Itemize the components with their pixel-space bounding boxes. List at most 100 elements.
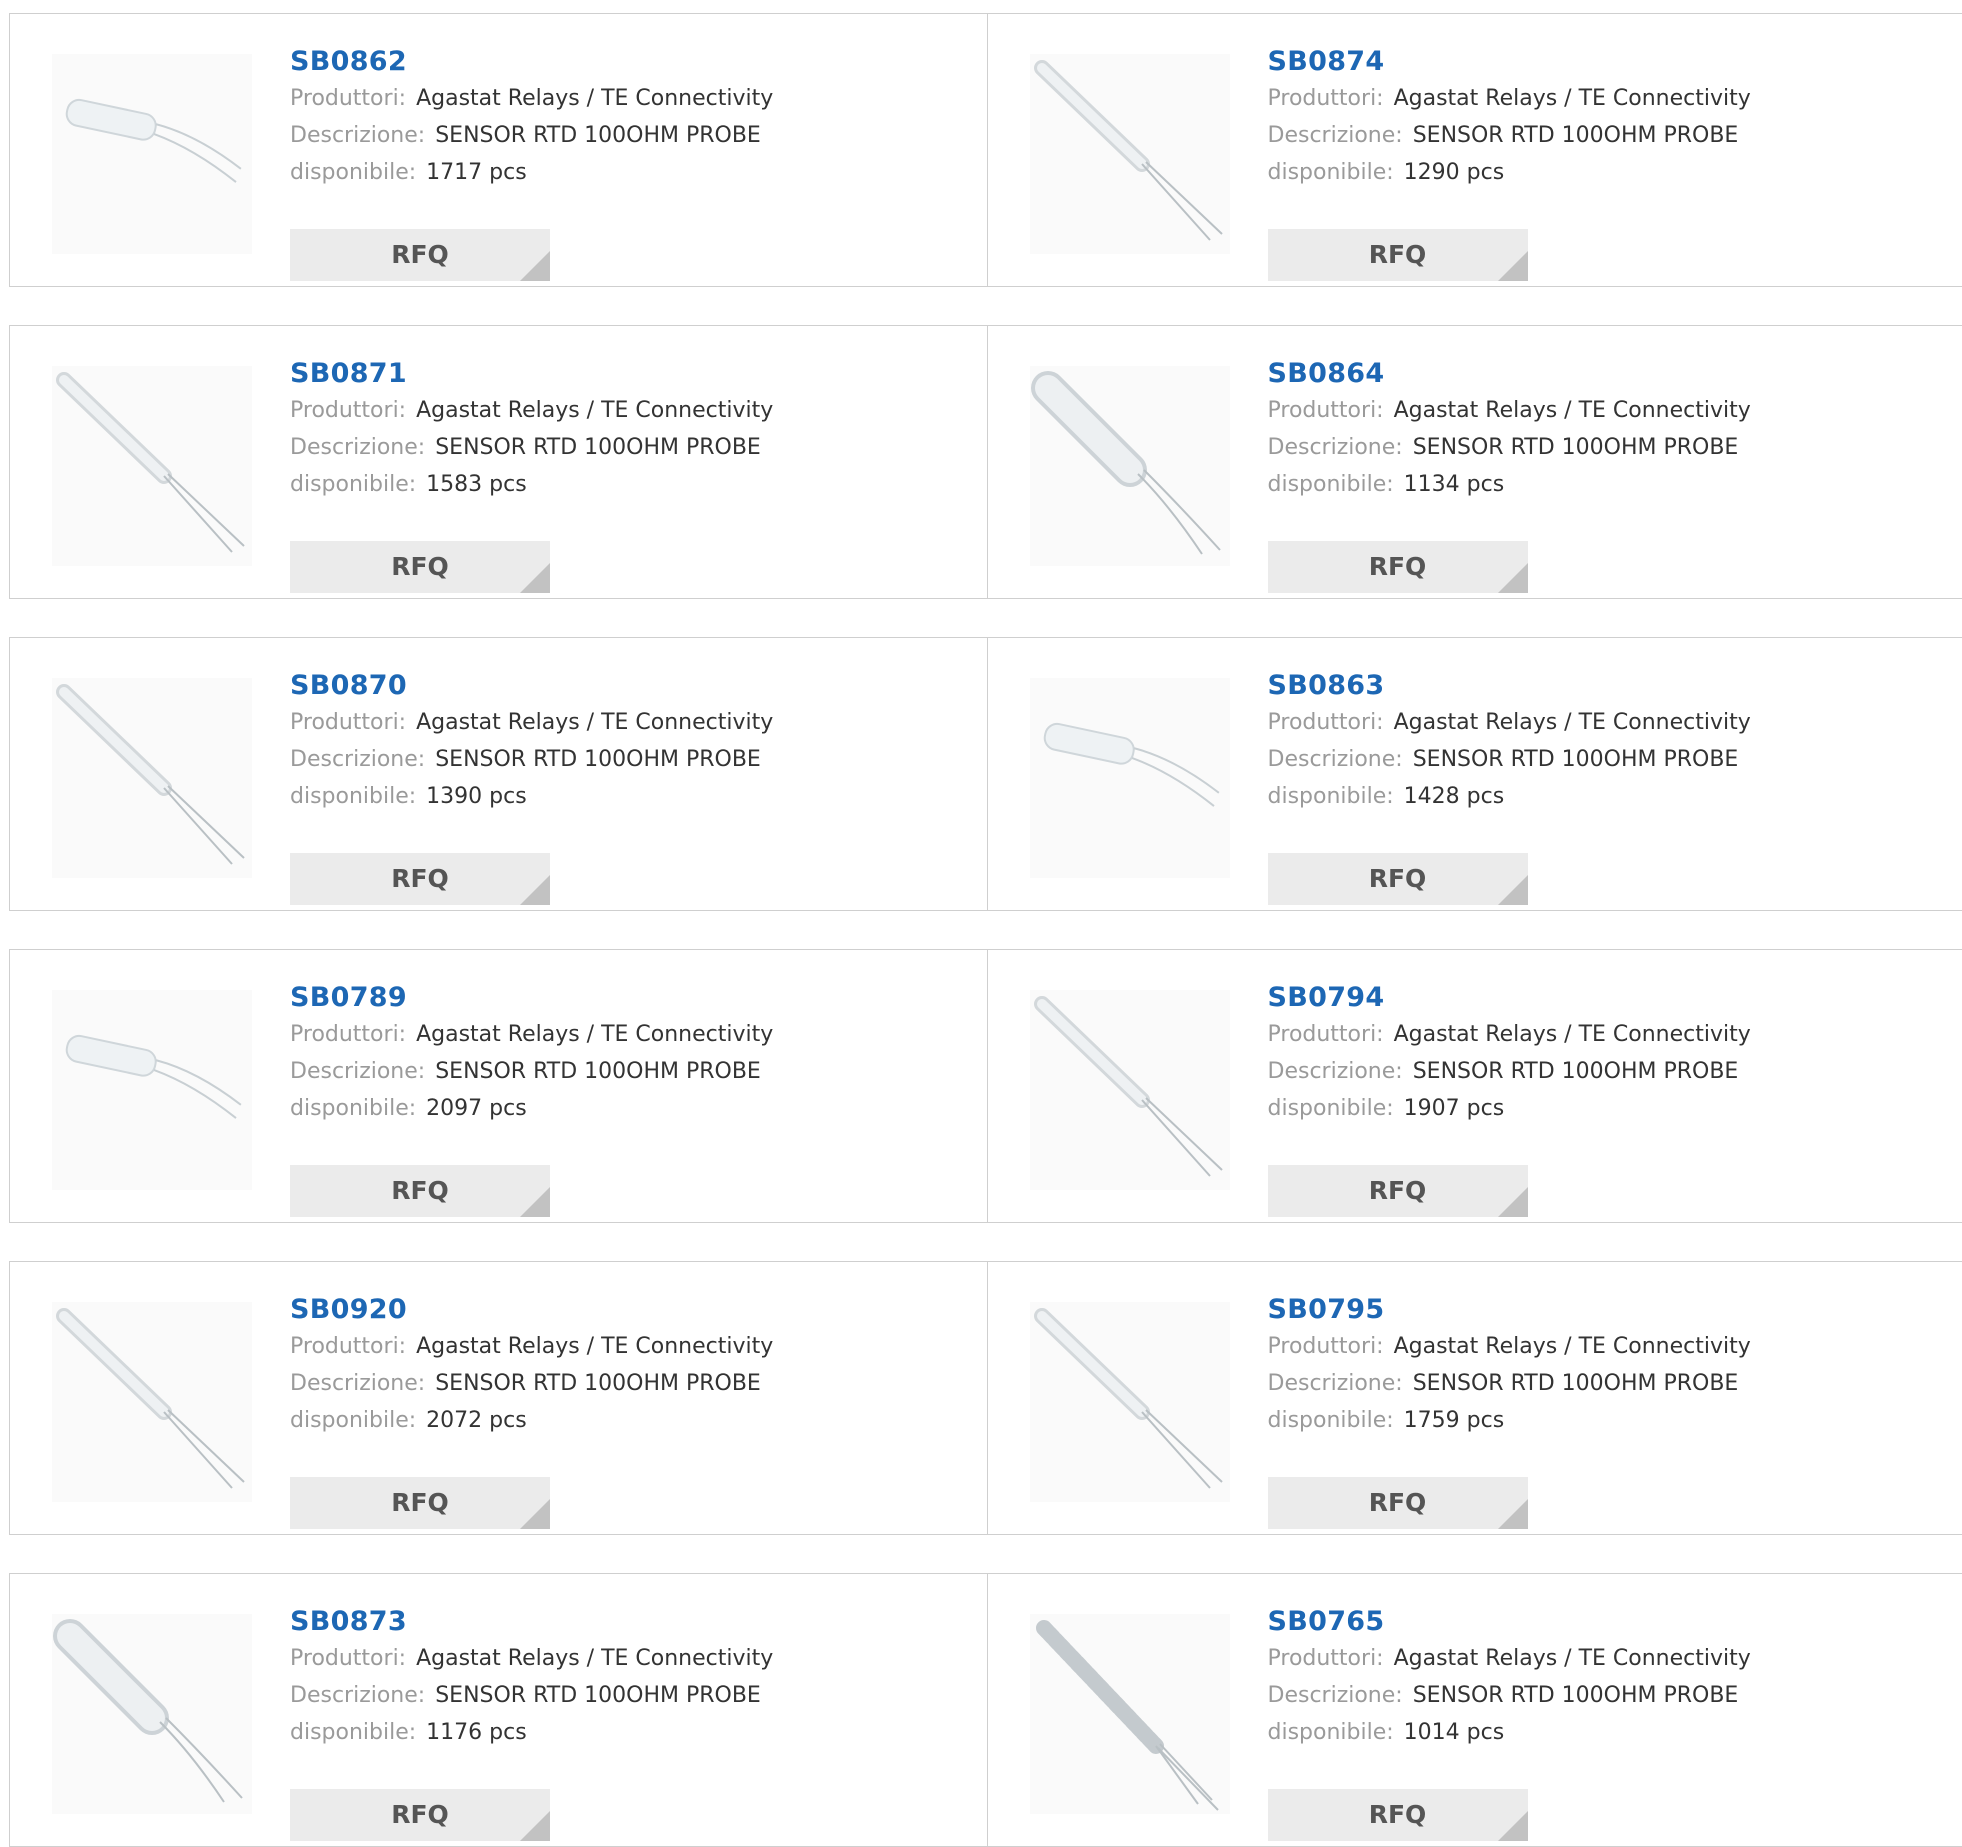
product-image[interactable] (52, 54, 252, 254)
part-number-link[interactable]: SB0864 (1268, 356, 1918, 392)
corner-triangle-icon (520, 1187, 550, 1217)
part-number-link[interactable]: SB0874 (1268, 44, 1918, 80)
rfq-button[interactable]: RFQ (290, 1789, 550, 1841)
description-line: Descrizione:SENSOR RTD 100OHM PROBE (1268, 741, 1918, 778)
description-line: Descrizione:SENSOR RTD 100OHM PROBE (290, 1677, 940, 1714)
product-image[interactable] (52, 1302, 252, 1502)
long-probe-icon (1030, 990, 1230, 1190)
rfq-button[interactable]: RFQ (1268, 1789, 1528, 1841)
rfq-label: RFQ (391, 1488, 449, 1517)
part-number-link[interactable]: SB0794 (1268, 980, 1918, 1016)
part-number-link[interactable]: SB0873 (290, 1604, 940, 1640)
corner-triangle-icon (520, 251, 550, 281)
product-image[interactable] (1030, 54, 1230, 254)
manufacturer-value: Agastat Relays / TE Connectivity (416, 398, 773, 423)
product-image[interactable] (1030, 366, 1230, 566)
description-line: Descrizione:SENSOR RTD 100OHM PROBE (290, 117, 940, 154)
product-info: SB0864Produttori:Agastat Relays / TE Con… (1268, 356, 1918, 503)
available-label: disponibile: (290, 1720, 416, 1745)
rfq-label: RFQ (1369, 1488, 1427, 1517)
available-value: 1176 pcs (426, 1720, 527, 1745)
product-card: SB0789Produttori:Agastat Relays / TE Con… (10, 950, 987, 1222)
corner-triangle-icon (520, 1499, 550, 1529)
rfq-button[interactable]: RFQ (1268, 229, 1528, 281)
manufacturer-line: Produttori:Agastat Relays / TE Connectiv… (1268, 1328, 1918, 1365)
rfq-button[interactable]: RFQ (290, 541, 550, 593)
short-probe-icon (52, 54, 252, 254)
rfq-button[interactable]: RFQ (290, 1165, 550, 1217)
part-number-link[interactable]: SB0871 (290, 356, 940, 392)
available-value: 1583 pcs (426, 472, 527, 497)
description-label: Descrizione: (290, 747, 425, 772)
rfq-label: RFQ (391, 552, 449, 581)
available-line: disponibile:1014 pcs (1268, 1714, 1918, 1751)
rfq-button[interactable]: RFQ (290, 853, 550, 905)
long-probe-icon (52, 678, 252, 878)
rfq-label: RFQ (1369, 864, 1427, 893)
available-line: disponibile:1907 pcs (1268, 1090, 1918, 1127)
part-number-link[interactable]: SB0765 (1268, 1604, 1918, 1640)
available-line: disponibile:1583 pcs (290, 466, 940, 503)
rfq-label: RFQ (391, 1800, 449, 1829)
corner-triangle-icon (1498, 251, 1528, 281)
part-number-link[interactable]: SB0789 (290, 980, 940, 1016)
product-image[interactable] (1030, 678, 1230, 878)
product-image[interactable] (1030, 1614, 1230, 1814)
manufacturer-value: Agastat Relays / TE Connectivity (1394, 398, 1751, 423)
available-label: disponibile: (290, 1408, 416, 1433)
product-image[interactable] (1030, 1302, 1230, 1502)
available-label: disponibile: (1268, 160, 1394, 185)
description-line: Descrizione:SENSOR RTD 100OHM PROBE (290, 1365, 940, 1402)
long-probe-icon (1030, 1302, 1230, 1502)
manufacturer-line: Produttori:Agastat Relays / TE Connectiv… (290, 80, 940, 117)
part-number-link[interactable]: SB0863 (1268, 668, 1918, 704)
rfq-label: RFQ (1369, 1176, 1427, 1205)
manufacturer-line: Produttori:Agastat Relays / TE Connectiv… (290, 1640, 940, 1677)
product-card: SB0864Produttori:Agastat Relays / TE Con… (987, 326, 1962, 598)
description-line: Descrizione:SENSOR RTD 100OHM PROBE (1268, 1677, 1918, 1714)
description-value: SENSOR RTD 100OHM PROBE (435, 1059, 761, 1084)
product-image[interactable] (52, 366, 252, 566)
manufacturer-label: Produttori: (290, 398, 406, 423)
part-number-link[interactable]: SB0795 (1268, 1292, 1918, 1328)
product-image[interactable] (52, 990, 252, 1190)
description-value: SENSOR RTD 100OHM PROBE (435, 747, 761, 772)
rfq-button[interactable]: RFQ (290, 229, 550, 281)
rfq-button[interactable]: RFQ (290, 1477, 550, 1529)
available-line: disponibile: 1176 pcs (290, 1714, 940, 1751)
product-image[interactable] (52, 1614, 252, 1814)
long-probe-icon (1030, 54, 1230, 254)
product-image[interactable] (52, 678, 252, 878)
description-label: Descrizione: (1268, 1059, 1403, 1084)
manufacturer-value: Agastat Relays / TE Connectivity (1394, 1334, 1751, 1359)
description-label: Descrizione: (290, 1371, 425, 1396)
part-number-link[interactable]: SB0870 (290, 668, 940, 704)
manufacturer-value: Agastat Relays / TE Connectivity (416, 1022, 773, 1047)
available-line: disponibile:1717 pcs (290, 154, 940, 191)
part-number-link[interactable]: SB0920 (290, 1292, 940, 1328)
rfq-button[interactable]: RFQ (1268, 541, 1528, 593)
available-line: disponibile:1759 pcs (1268, 1402, 1918, 1439)
description-line: Descrizione:SENSOR RTD 100OHM PROBE (1268, 1053, 1918, 1090)
manufacturer-label: Produttori: (1268, 1022, 1384, 1047)
part-number-link[interactable]: SB0862 (290, 44, 940, 80)
rfq-label: RFQ (391, 864, 449, 893)
available-value: 1390 pcs (426, 784, 527, 809)
manufacturer-value: Agastat Relays / TE Connectivity (416, 1334, 773, 1359)
available-line: disponibile:1428 pcs (1268, 778, 1918, 815)
corner-triangle-icon (520, 1811, 550, 1841)
product-row: SB0789 Produttori: Agastat Relays / TE Con… (9, 949, 1962, 1223)
available-value: 2097 pcs (426, 1096, 527, 1121)
rfq-button[interactable]: RFQ (1268, 1477, 1528, 1529)
short-probe-icon (1030, 678, 1230, 878)
corner-triangle-icon (1498, 1187, 1528, 1217)
rfq-button[interactable]: RFQ (1268, 1165, 1528, 1217)
product-info: SB0871 Produttori: Agastat Relays / TE Con… (290, 356, 940, 503)
product-image[interactable] (1030, 990, 1230, 1190)
description-label: Descrizione: (1268, 123, 1403, 148)
rfq-button[interactable]: RFQ (1268, 853, 1528, 905)
corner-triangle-icon (1498, 1499, 1528, 1529)
rfq-label: RFQ (1369, 552, 1427, 581)
manufacturer-label: Produttori: (1268, 86, 1384, 111)
description-line: Descrizione:SENSOR RTD 100OHM PROBE (1268, 1365, 1918, 1402)
